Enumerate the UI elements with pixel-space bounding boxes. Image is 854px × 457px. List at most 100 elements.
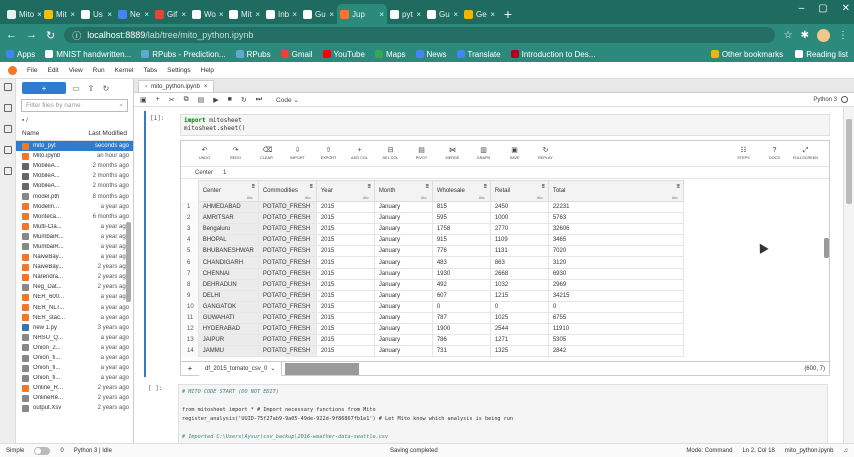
table-cell[interactable]: 5305 — [547, 334, 684, 347]
menu-item-file[interactable]: File — [27, 67, 37, 74]
table-cell[interactable]: 0 — [431, 300, 491, 313]
merge-button[interactable]: ⋈ MERGE — [437, 147, 468, 160]
table-cell[interactable]: January — [373, 223, 433, 236]
filter-icon[interactable]: ⩩ — [542, 184, 545, 191]
table-cell[interactable]: 1032 — [489, 278, 549, 291]
filter-icon[interactable]: ⩩ — [310, 184, 313, 191]
save-button[interactable]: ▣ SAVE — [499, 147, 530, 160]
docs-button[interactable]: ? DOCS — [759, 147, 790, 160]
bookmark-item[interactable]: Apps — [6, 50, 35, 59]
minimize-icon[interactable]: – — [799, 3, 805, 14]
table-row[interactable]: 8 DEHRADUN POTATO_FRESH 2015 January 492 1032 2… — [181, 278, 684, 291]
run-icon[interactable]: ▶ — [213, 96, 218, 104]
column-header[interactable]: Year ⩩ Abc — [315, 180, 375, 202]
table-cell[interactable]: January — [373, 300, 433, 313]
menu-item-tabs[interactable]: Tabs — [143, 67, 157, 74]
file-row[interactable]: model.pth 8 months ago — [16, 191, 133, 201]
table-cell[interactable]: BHOPAL — [197, 234, 259, 247]
steps-button[interactable]: ☷ STEPS — [728, 147, 759, 160]
table-cell[interactable]: 1000 — [489, 212, 549, 225]
code-editor[interactable]: # MITO CODE START (DO NOT EDIT) from mito… — [178, 384, 828, 443]
browser-tab[interactable]: pyt × — [387, 4, 424, 24]
table-cell[interactable]: BHUBANESHWAR — [197, 245, 259, 258]
other-bookmarks[interactable]: Other bookmarks — [710, 50, 783, 59]
file-row[interactable]: NHSU_Q... a year ago — [16, 333, 133, 343]
table-cell[interactable]: POTATO_FRESH — [257, 223, 317, 236]
table-cell[interactable]: 6930 — [547, 267, 684, 280]
breadcrumb[interactable]: ▪ / — [16, 114, 133, 127]
table-cell[interactable]: DELHI — [197, 289, 259, 302]
table-cell[interactable]: 1930 — [431, 267, 491, 280]
table-cell[interactable]: POTATO_FRESH — [257, 334, 317, 347]
table-row[interactable]: 9 DELHI POTATO_FRESH 2015 January 607 1215 3421… — [181, 289, 684, 302]
table-cell[interactable]: POTATO_FRESH — [257, 289, 317, 302]
table-cell[interactable]: January — [373, 267, 433, 280]
table-cell[interactable]: POTATO_FRESH — [257, 256, 317, 269]
table-cell[interactable]: January — [373, 278, 433, 291]
cursor-position[interactable]: Ln 2, Col 18 — [742, 448, 774, 454]
table-row[interactable]: 14 JAMMU POTATO_FRESH 2015 January 731 1325 284… — [181, 345, 684, 358]
back-icon[interactable]: ← — [6, 29, 17, 41]
bookmark-item[interactable]: YouTube — [322, 50, 365, 59]
close-icon[interactable]: × — [255, 10, 260, 19]
star-icon[interactable]: ☆ — [784, 30, 793, 41]
file-row[interactable]: NER_stac... a year ago — [16, 313, 133, 323]
folder-icon[interactable] — [3, 83, 12, 91]
close-icon[interactable]: × — [490, 10, 495, 19]
reload-icon[interactable]: ↻ — [46, 29, 55, 42]
table-cell[interactable]: 2015 — [315, 345, 375, 358]
refresh-icon[interactable]: ↻ — [101, 83, 111, 93]
table-cell[interactable]: HYDERABAD — [197, 323, 259, 336]
file-row[interactable]: Onion_fi... a year ago — [16, 363, 133, 373]
table-row[interactable]: 1 AHMEDABAD POTATO_FRESH 2015 January 815 2450… — [181, 200, 684, 214]
table-cell[interactable]: GANGATOK — [197, 300, 259, 313]
table-cell[interactable]: 2015 — [315, 334, 375, 347]
tabs-icon[interactable] — [3, 167, 12, 175]
filter-icon[interactable]: ⩩ — [426, 184, 429, 191]
filter-icon[interactable]: ⩩ — [252, 184, 255, 191]
table-cell[interactable]: 34215 — [547, 289, 684, 302]
close-icon[interactable]: × — [219, 10, 224, 19]
table-cell[interactable]: 2015 — [315, 300, 375, 313]
del-col-button[interactable]: ⊟ DEL COL — [375, 147, 406, 160]
file-row[interactable]: NaiveBay... a year ago — [16, 252, 133, 262]
clear-button[interactable]: ⌫ CLEAR — [251, 147, 282, 160]
browser-tab[interactable]: Ge × — [461, 4, 498, 24]
menu-item-kernel[interactable]: Kernel — [115, 67, 134, 74]
file-row[interactable]: new 1.py 3 years ago — [16, 323, 133, 333]
bookmark-item[interactable]: RPubs — [235, 50, 271, 59]
table-cell[interactable]: 2842 — [547, 345, 684, 358]
table-cell[interactable]: 1758 — [431, 223, 491, 236]
filter-icon[interactable]: ⩩ — [484, 184, 487, 191]
filter-files-input[interactable]: Filter files by name ⌕ — [21, 99, 128, 112]
bookmark-item[interactable]: Translate — [456, 50, 501, 59]
column-header[interactable]: Retail ⩩ Abc — [489, 180, 549, 202]
simple-mode-toggle[interactable] — [34, 446, 51, 455]
table-row[interactable]: 11 GUWAHATI POTATO_FRESH 2015 January 787 1025… — [181, 311, 684, 325]
menu-item-view[interactable]: View — [69, 67, 83, 74]
sheet-tab-placeholder[interactable] — [285, 362, 360, 375]
restart-icon[interactable]: ↻ — [241, 96, 247, 104]
file-row[interactable]: Onion_2... a year ago — [16, 343, 133, 353]
table-cell[interactable]: 2015 — [315, 245, 375, 258]
table-cell[interactable]: 2668 — [489, 267, 549, 280]
file-row[interactable]: Mito.ipynb an hour ago — [16, 151, 133, 161]
table-cell[interactable]: GUWAHATI — [197, 311, 259, 325]
file-row[interactable]: Onion_fi... a year ago — [16, 373, 133, 383]
redo-button[interactable]: ↷ REDO — [220, 147, 251, 160]
bookmark-item[interactable]: Maps — [374, 50, 406, 59]
graph-button[interactable]: ▥ GRAPH — [468, 147, 499, 160]
table-cell[interactable]: 595 — [431, 212, 491, 225]
table-cell[interactable]: 2015 — [315, 200, 375, 214]
table-cell[interactable]: 1215 — [489, 289, 549, 302]
table-cell[interactable]: POTATO_FRESH — [257, 200, 317, 214]
sheet-tab[interactable]: df_2015_tomato_csv_0 ⌄ — [199, 361, 283, 376]
table-cell[interactable]: 1271 — [489, 334, 549, 347]
property-inspector-icon[interactable] — [3, 146, 12, 154]
stop-icon[interactable]: ■ — [228, 96, 232, 103]
table-cell[interactable]: 731 — [431, 345, 491, 358]
cut-icon[interactable]: ✂ — [169, 96, 175, 104]
file-row[interactable]: MobileA... 2 months ago — [16, 181, 133, 191]
table-cell[interactable]: 2015 — [315, 323, 375, 336]
table-cell[interactable]: January — [373, 234, 433, 247]
